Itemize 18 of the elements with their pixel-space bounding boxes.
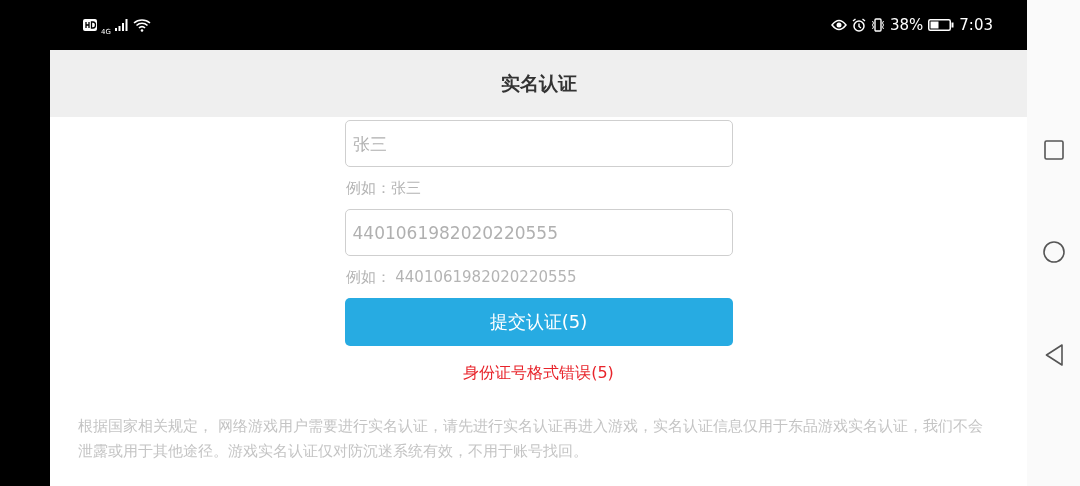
input-field[interactable]: 张三 xyxy=(344,120,733,167)
submit-button[interactable]: 提交认证(5) xyxy=(344,298,733,346)
home-icon[interactable] xyxy=(1042,241,1065,263)
error-message: 身份证号格式错误(5) xyxy=(462,363,615,384)
battery-icon xyxy=(928,19,955,31)
input-field[interactable]: 4401061982020220555 xyxy=(344,209,733,256)
recent-apps-icon[interactable] xyxy=(1043,140,1064,161)
wifi-icon xyxy=(132,18,151,32)
battery-percent: 38% xyxy=(889,16,924,34)
back-icon[interactable] xyxy=(1044,343,1063,366)
alarm-icon xyxy=(851,18,866,32)
page-title: 实名认证 xyxy=(500,70,577,96)
eye-icon xyxy=(830,19,847,31)
clock-time: 7:03 xyxy=(959,16,993,34)
example-hint: 例如： 4401061982020220555 xyxy=(345,267,578,288)
example-hint: 例如：张三 xyxy=(345,178,422,199)
signal-icon xyxy=(114,19,129,31)
vibrate-icon xyxy=(870,18,885,32)
